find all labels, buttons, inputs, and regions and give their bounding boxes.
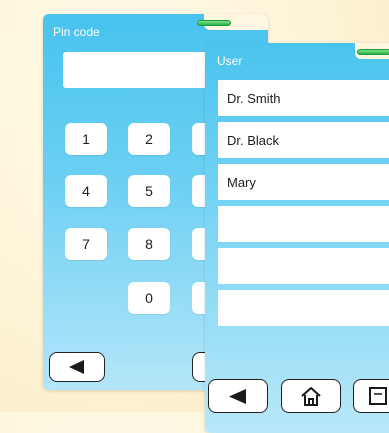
user-list-item[interactable]: Dr. Black <box>218 122 389 158</box>
user-panel-tab-handle[interactable] <box>357 49 389 55</box>
back-arrow-icon <box>69 360 85 374</box>
key-5[interactable]: 5 <box>128 175 170 207</box>
key-4[interactable]: 4 <box>65 175 107 207</box>
key-7[interactable]: 7 <box>65 228 107 260</box>
user-list-item[interactable]: Dr. Smith <box>218 80 389 116</box>
user-back-button[interactable] <box>208 379 268 413</box>
document-icon <box>368 386 388 406</box>
key-2[interactable]: 2 <box>128 123 170 155</box>
user-list: Dr. Smith Dr. Black Mary <box>218 80 389 332</box>
document-button[interactable] <box>353 379 389 413</box>
pin-panel-title: Pin code <box>53 25 100 39</box>
pin-back-button[interactable] <box>49 352 105 382</box>
user-list-item-empty[interactable] <box>218 206 389 242</box>
user-list-item-empty[interactable] <box>218 290 389 326</box>
user-panel: User Dr. Smith Dr. Black Mary <box>205 43 389 433</box>
key-0[interactable]: 0 <box>128 282 170 314</box>
user-list-item-empty[interactable] <box>218 248 389 284</box>
key-1[interactable]: 1 <box>65 123 107 155</box>
back-arrow-icon <box>229 388 247 404</box>
key-8[interactable]: 8 <box>128 228 170 260</box>
user-list-item[interactable]: Mary <box>218 164 389 200</box>
pin-panel-tab-handle[interactable] <box>197 20 231 26</box>
home-button[interactable] <box>281 379 341 413</box>
user-panel-title: User <box>217 54 243 68</box>
home-icon <box>300 386 322 406</box>
